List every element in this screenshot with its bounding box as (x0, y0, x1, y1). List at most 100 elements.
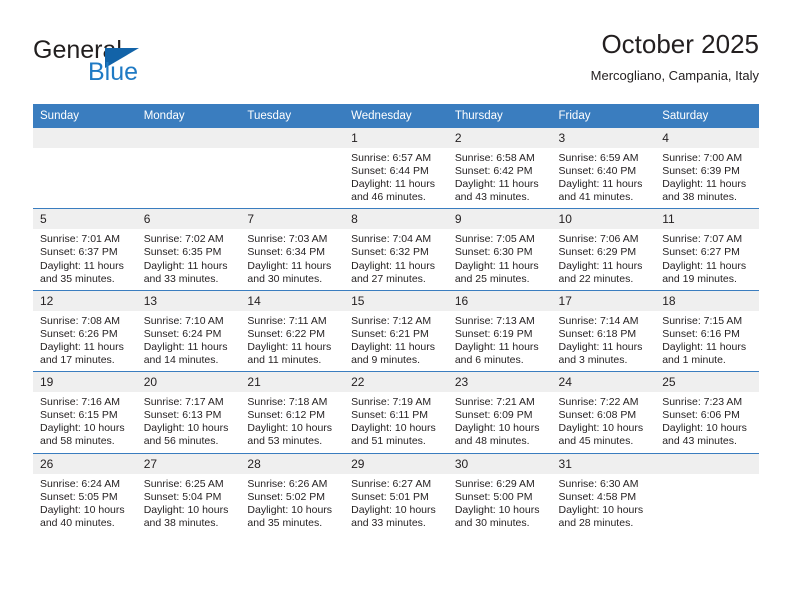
sunrise-text: Sunrise: 7:13 AM (454, 314, 535, 327)
sunrise-text: Sunrise: 7:05 AM (454, 233, 535, 246)
sunset-text: Sunset: 6:09 PM (454, 409, 533, 422)
day-number: 27 (136, 453, 241, 474)
daylight-text-line2: and 27 minutes. (351, 272, 426, 285)
calendar-day-cell[interactable]: 10 Sunrise: 7:06 AM Sunset: 6:29 PM Dayligh… (551, 208, 656, 291)
day-number: 5 (33, 209, 137, 230)
daylight-text-line1: Daylight: 10 hours (247, 422, 333, 435)
sunset-text: Sunset: 5:04 PM (143, 490, 222, 503)
sunset-text: Sunset: 6:26 PM (40, 327, 118, 340)
sunset-text: Sunset: 6:06 PM (662, 409, 740, 422)
sunrise-text: Sunrise: 7:07 AM (662, 233, 743, 246)
calendar-day-cell[interactable]: 25 Sunrise: 7:23 AM Sunset: 6:06 PM Dayligh… (655, 371, 759, 453)
calendar-day-cell[interactable]: 31 Sunrise: 6:30 AM Sunset: 4:58 PM Dayligh… (551, 452, 656, 534)
day-number: 19 (33, 372, 137, 393)
sunrise-text: Sunrise: 7:14 AM (558, 314, 639, 327)
daylight-text-line1: Daylight: 11 hours (351, 259, 435, 272)
day-details: Sunrise: 7:01 AM Sunset: 6:37 PM Daylight:… (33, 229, 137, 289)
daylight-text-line1: Daylight: 10 hours (143, 503, 229, 516)
calendar-day-cell[interactable]: 5 Sunrise: 7:01 AM Sunset: 6:37 PM Daylight… (33, 208, 137, 291)
day-number: 11 (655, 209, 759, 230)
daylight-text-line2: and 53 minutes. (247, 435, 323, 448)
calendar-day-cell[interactable]: 29 Sunrise: 6:27 AM Sunset: 5:01 PM Dayligh… (344, 452, 448, 534)
day-details: Sunrise: 7:05 AM Sunset: 6:30 PM Daylight:… (448, 229, 552, 289)
calendar-day-cell[interactable]: 23 Sunrise: 7:21 AM Sunset: 6:09 PM Dayligh… (447, 371, 552, 453)
calendar-week-row: 26 Sunrise: 6:24 AM Sunset: 5:05 PM Dayligh… (33, 452, 759, 534)
daylight-text-line2: and 33 minutes. (143, 272, 219, 285)
day-details: Sunrise: 7:00 AM Sunset: 6:39 PM Daylight:… (655, 148, 759, 208)
day-details: Sunrise: 7:11 AM Sunset: 6:22 PM Daylight:… (240, 311, 344, 371)
day-number: 26 (33, 453, 137, 474)
weekday-header-thursday: Thursday (447, 104, 552, 128)
daylight-text-line1: Daylight: 11 hours (454, 259, 539, 272)
day-number: 3 (551, 128, 656, 148)
sunrise-text: Sunrise: 7:19 AM (351, 396, 432, 409)
daylight-text-line1: Daylight: 11 hours (351, 340, 435, 353)
calendar-day-cell[interactable]: 18 Sunrise: 7:15 AM Sunset: 6:16 PM Dayligh… (655, 289, 759, 372)
sunset-text: Sunset: 6:44 PM (351, 165, 429, 178)
day-details: Sunrise: 6:27 AM Sunset: 5:01 PM Daylight:… (344, 474, 448, 534)
day-number: 28 (240, 453, 345, 474)
calendar-day-cell[interactable]: 14 Sunrise: 7:11 AM Sunset: 6:22 PM Dayligh… (240, 289, 345, 372)
calendar-day-cell[interactable]: 6 Sunrise: 7:02 AM Sunset: 6:35 PM Daylight… (136, 208, 241, 291)
daylight-text-line2: and 6 minutes. (454, 354, 524, 367)
daylight-text-line2: and 9 minutes. (351, 354, 420, 367)
calendar-day-cell[interactable]: 28 Sunrise: 6:26 AM Sunset: 5:02 PM Dayligh… (240, 452, 345, 534)
daylight-text-line2: and 35 minutes. (40, 272, 115, 285)
calendar-day-cell[interactable]: 26 Sunrise: 6:24 AM Sunset: 5:05 PM Dayligh… (33, 452, 137, 534)
calendar-day-cell[interactable]: 11 Sunrise: 7:07 AM Sunset: 6:27 PM Dayligh… (655, 208, 759, 291)
day-number: 10 (551, 209, 656, 230)
calendar-day-cell[interactable]: 2 Sunrise: 6:58 AM Sunset: 6:42 PM Daylight… (447, 126, 552, 209)
calendar-day-cell[interactable]: 15 Sunrise: 7:12 AM Sunset: 6:21 PM Dayligh… (344, 289, 448, 372)
sunset-text: Sunset: 6:21 PM (351, 327, 429, 340)
calendar-day-cell[interactable]: 22 Sunrise: 7:19 AM Sunset: 6:11 PM Dayligh… (344, 371, 448, 453)
calendar-day-cell[interactable]: 9 Sunrise: 7:05 AM Sunset: 6:30 PM Daylight… (447, 208, 552, 291)
daylight-text-line2: and 30 minutes. (454, 516, 530, 529)
calendar-day-cell[interactable]: 17 Sunrise: 7:14 AM Sunset: 6:18 PM Dayligh… (551, 289, 656, 372)
sunset-text: Sunset: 6:11 PM (351, 409, 428, 422)
general-blue-logo: General Blue (33, 36, 213, 94)
calendar-day-cell[interactable]: 27 Sunrise: 6:25 AM Sunset: 5:04 PM Dayligh… (136, 452, 241, 534)
weekday-header-sunday: Sunday (33, 104, 137, 128)
calendar-week-row: 19 Sunrise: 7:16 AM Sunset: 6:15 PM Dayligh… (33, 371, 759, 453)
sunset-text: Sunset: 6:13 PM (143, 409, 222, 422)
sunset-text: Sunset: 5:01 PM (351, 490, 429, 503)
day-number: 17 (551, 290, 656, 311)
page-subtitle-location: Mercogliano, Campania, Italy (590, 68, 759, 83)
day-number: 13 (136, 290, 241, 311)
day-number (240, 128, 345, 148)
day-details: Sunrise: 7:13 AM Sunset: 6:19 PM Daylight:… (448, 311, 552, 371)
daylight-text-line2: and 35 minutes. (247, 516, 323, 529)
daylight-text-line1: Daylight: 11 hours (662, 259, 747, 272)
calendar-day-cell[interactable]: 13 Sunrise: 7:10 AM Sunset: 6:24 PM Dayligh… (136, 289, 241, 372)
calendar-day-cell[interactable]: 7 Sunrise: 7:03 AM Sunset: 6:34 PM Daylight… (240, 208, 345, 291)
calendar-day-cell-empty (136, 126, 241, 209)
calendar-day-cell[interactable]: 8 Sunrise: 7:04 AM Sunset: 6:32 PM Daylight… (344, 208, 448, 291)
daylight-text-line1: Daylight: 10 hours (351, 422, 436, 435)
calendar-day-cell[interactable]: 3 Sunrise: 6:59 AM Sunset: 6:40 PM Daylight… (551, 126, 656, 209)
sunrise-text: Sunrise: 7:08 AM (40, 314, 120, 327)
day-details: Sunrise: 7:06 AM Sunset: 6:29 PM Daylight:… (552, 229, 656, 289)
sunset-text: Sunset: 6:37 PM (40, 246, 118, 259)
sunset-text: Sunset: 5:02 PM (247, 490, 326, 503)
daylight-text-line2: and 38 minutes. (143, 516, 219, 529)
calendar-day-cell[interactable]: 24 Sunrise: 7:22 AM Sunset: 6:08 PM Dayligh… (551, 371, 656, 453)
day-number: 6 (136, 209, 241, 230)
daylight-text-line2: and 43 minutes. (662, 435, 737, 448)
calendar-day-cell[interactable]: 1 Sunrise: 6:57 AM Sunset: 6:44 PM Daylight… (344, 126, 448, 209)
calendar-day-cell[interactable]: 20 Sunrise: 7:17 AM Sunset: 6:13 PM Dayligh… (136, 371, 241, 453)
logo-text-blue: Blue (88, 58, 139, 86)
day-number: 31 (551, 453, 656, 474)
daylight-text-line1: Daylight: 11 hours (454, 340, 539, 353)
calendar-day-cell[interactable]: 21 Sunrise: 7:18 AM Sunset: 6:12 PM Dayligh… (240, 371, 345, 453)
calendar-day-cell[interactable]: 12 Sunrise: 7:08 AM Sunset: 6:26 PM Dayligh… (33, 289, 137, 372)
title-block: October 2025 Mercogliano, Campania, Ital… (591, 28, 759, 86)
sunrise-text: Sunrise: 6:25 AM (143, 477, 224, 490)
calendar-day-cell[interactable]: 16 Sunrise: 7:13 AM Sunset: 6:19 PM Dayligh… (447, 289, 552, 372)
daylight-text-line2: and 38 minutes. (662, 191, 737, 204)
sunrise-text: Sunrise: 6:30 AM (558, 477, 639, 490)
calendar-day-cell[interactable]: 19 Sunrise: 7:16 AM Sunset: 6:15 PM Dayligh… (33, 371, 137, 453)
calendar-day-cell[interactable]: 4 Sunrise: 7:00 AM Sunset: 6:39 PM Daylight… (655, 126, 759, 209)
daylight-text-line2: and 40 minutes. (40, 516, 115, 529)
calendar-day-cell[interactable]: 30 Sunrise: 6:29 AM Sunset: 5:00 PM Dayligh… (447, 452, 552, 534)
day-number: 16 (447, 290, 552, 311)
